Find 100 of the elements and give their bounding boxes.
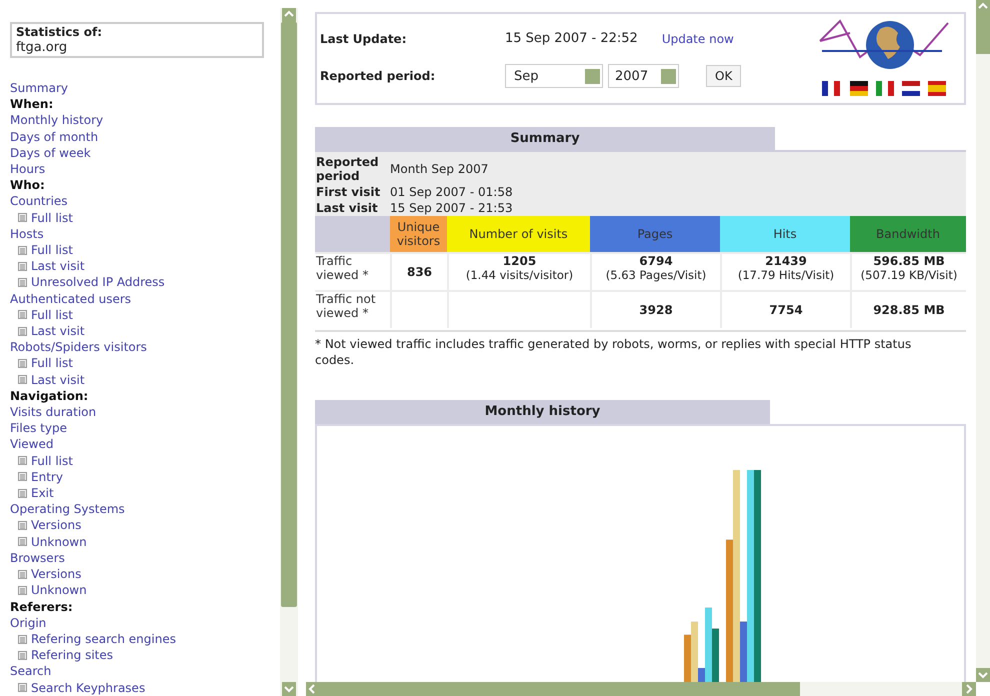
nav-link[interactable]: Days of week [10,144,91,162]
monthly-history-header: Monthly history [315,400,770,424]
scrollbar-thumb[interactable] [320,682,800,696]
page-icon [18,537,27,546]
page-icon [18,488,27,498]
section-heading: When: [10,96,54,112]
nav-sublink[interactable]: Unknown [31,582,87,598]
nav-link[interactable]: Robots/Spiders visitors [10,339,147,356]
nav-link[interactable]: Viewed [10,436,54,453]
column-header: Pages [590,216,720,252]
update-now-link[interactable]: Update now [662,30,734,48]
nav-link[interactable]: Files type [10,420,67,436]
nav-link[interactable]: Visits duration [10,404,96,420]
nav-link[interactable]: Hours [10,161,46,178]
page-icon [18,472,27,482]
page-icon [18,634,27,644]
nav-link[interactable]: Monthly history [10,112,104,129]
section-heading: Navigation: [10,388,88,404]
page-icon [18,586,27,595]
nav-sublink[interactable]: Unresolved IP Address [31,274,165,291]
cell-value: 596.85 MB [873,254,945,268]
site-name: ftga.org [16,40,68,55]
info-value: 01 Sep 2007 - 01:58 [390,185,513,199]
last-update-label: Last Update: [320,30,406,48]
month-select[interactable]: Sep [505,64,603,88]
column-header: Bandwidth [850,216,966,252]
cell-ratio: (5.63 Pages/Visit) [606,268,706,282]
nav-link[interactable]: Search [10,663,52,680]
nav-sublink[interactable]: Last visit [31,323,85,340]
page-icon [18,246,27,255]
cell-value: 928.85 MB [873,303,945,317]
cell-value: 1205 [502,254,536,268]
page-icon [18,650,27,660]
scrollbar-thumb[interactable] [281,22,297,607]
nav-link[interactable]: Operating Systems [10,501,125,518]
page-icon [18,262,27,271]
nav-sublink[interactable]: Versions [31,566,82,582]
nav-sublink[interactable]: Full list [31,306,73,324]
page-icon [18,310,27,320]
last-update-value: 15 Sep 2007 - 22:52 [505,30,638,48]
year-select[interactable]: 2007 [608,64,679,88]
page-icon [18,521,27,530]
column-header: Number of visits [447,216,590,252]
page-icon [18,683,27,692]
nav-sublink[interactable]: Full list [31,242,73,258]
row-label: Traffic not viewed * [315,292,390,328]
nav-link[interactable]: Summary [10,80,68,96]
nav-sublink[interactable]: Exit [31,485,54,502]
nav-link[interactable]: Countries [10,193,68,210]
nav-sublink[interactable]: Last visit [31,258,85,274]
footnote-text: * Not viewed traffic includes traffic generated by robots, worms, or replies with special HTTP status codes. [315,336,912,368]
cell-ratio: (1.44 visits/visitor) [466,268,574,282]
info-label: Reported period [315,154,380,184]
nav-sublink[interactable]: Refering search engines [31,630,176,648]
nav-link[interactable]: Hosts [10,226,44,242]
scroll-down-icon[interactable] [282,682,296,696]
cell-value: 21439 [765,254,807,268]
nav-sublink[interactable]: Full list [31,355,73,372]
section-heading: Who: [10,177,45,194]
nav-sublink[interactable]: Refering sites [31,647,114,664]
nav-link[interactable]: Days of month [10,128,98,145]
scroll-up-icon[interactable] [976,0,990,14]
column-header: Unique visitors [390,216,447,252]
page-icon [18,213,27,222]
nav-sublink[interactable]: Unknown [31,534,87,550]
statistics-label: Statistics of: [16,25,102,40]
cell-value: 6794 [639,254,673,268]
page-icon [18,570,27,579]
page-icon [18,278,27,288]
summary-header: Summary [315,127,775,150]
info-value: Month Sep 2007 [390,162,488,176]
nav-link[interactable]: Browsers [10,550,65,566]
scroll-down-icon[interactable] [976,668,990,682]
nav-sublink[interactable]: Entry [31,468,63,486]
page-icon [18,375,27,384]
cell-value: 836 [406,265,432,279]
nav-sublink[interactable]: Full list [31,210,73,226]
row-label: Traffic viewed * [315,254,390,290]
ok-button[interactable]: OK [706,65,742,88]
nav-sublink[interactable]: Full list [31,452,73,469]
scrollbar-thumb[interactable] [976,14,990,54]
nav-link[interactable]: Authenticated users [10,290,132,307]
scroll-right-icon[interactable] [962,682,976,696]
page-icon [18,456,27,466]
info-value: 15 Sep 2007 - 21:53 [390,201,513,215]
info-label: First visit [315,184,382,200]
page-icon [18,359,27,368]
scroll-up-icon[interactable] [282,8,296,22]
info-label: Last visit [315,200,379,216]
cell-ratio: (17.79 Hits/Visit) [738,268,834,282]
nav-sublink[interactable]: Last visit [31,372,85,388]
column-header: Hits [720,216,850,252]
scroll-left-icon[interactable] [306,682,320,696]
cell-value: 7754 [769,303,803,317]
section-heading: Referers: [10,598,73,615]
nav-sublink[interactable]: Versions [31,517,82,534]
cell-ratio: (507.19 KB/Visit) [860,268,958,282]
nav-sublink[interactable]: Search Keyphrases [31,680,146,696]
nav-link[interactable]: Origin [10,614,46,631]
page-icon [18,326,27,336]
